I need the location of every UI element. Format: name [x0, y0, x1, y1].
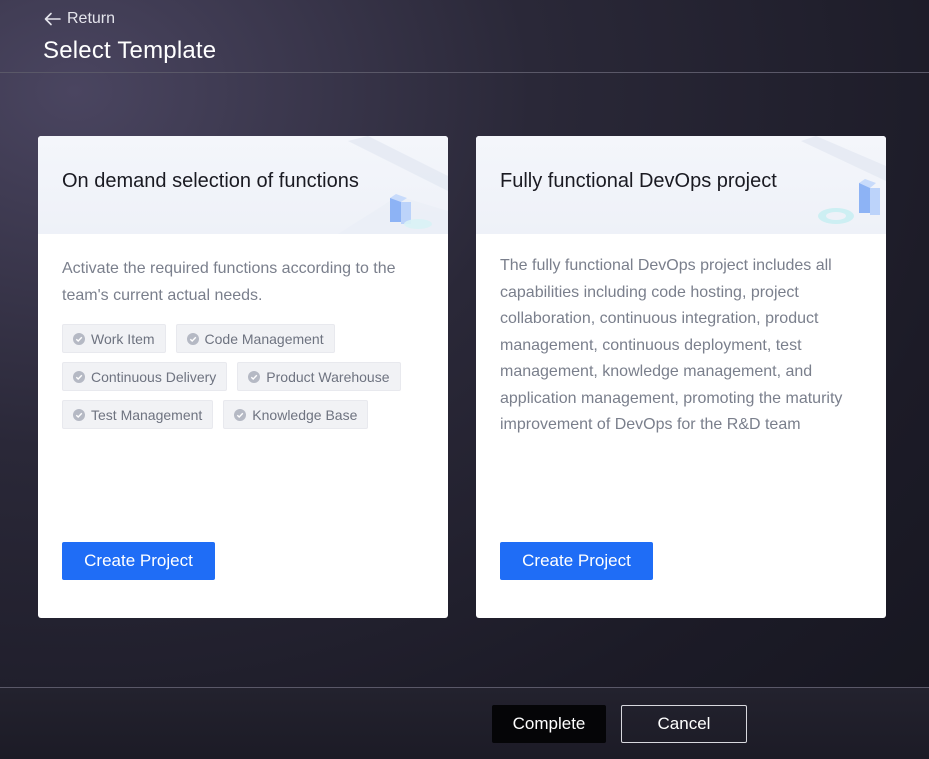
- card-body: Activate the required functions accordin…: [38, 234, 448, 429]
- top-bar: Return Select Template: [0, 0, 929, 73]
- card-header: Fully functional DevOps project: [476, 136, 886, 234]
- card-header: On demand selection of functions: [38, 136, 448, 234]
- return-link[interactable]: Return: [44, 9, 115, 29]
- template-card-on-demand[interactable]: On demand selection of functions Activat…: [38, 136, 448, 618]
- cube-illustration-icon: [801, 136, 886, 224]
- tag-label: Product Warehouse: [266, 368, 390, 385]
- card-title: Fully functional DevOps project: [500, 170, 777, 192]
- return-label: Return: [67, 10, 116, 27]
- tag-label: Work Item: [91, 330, 155, 347]
- card-body: The fully functional DevOps project incl…: [476, 234, 886, 439]
- complete-button[interactable]: Complete: [492, 705, 606, 743]
- page-title: Select Template: [43, 37, 217, 64]
- check-circle-icon: [73, 408, 85, 421]
- tag-code-management: Code Management: [175, 324, 335, 353]
- template-card-devops[interactable]: Fully functional DevOps project The full…: [476, 136, 886, 618]
- create-project-button[interactable]: Create Project: [500, 542, 653, 580]
- tag-label: Code Management: [204, 330, 324, 347]
- card-description: The fully functional DevOps project incl…: [500, 257, 843, 433]
- tag-test-management: Test Management: [62, 400, 214, 429]
- check-circle-icon: [186, 332, 199, 345]
- tag-label: Continuous Delivery: [91, 368, 217, 385]
- tag-product-warehouse: Product Warehouse: [237, 362, 401, 391]
- check-circle-icon: [73, 332, 85, 345]
- card-description: Activate the required functions accordin…: [62, 260, 396, 304]
- check-circle-icon: [234, 408, 247, 421]
- tag-continuous-delivery: Continuous Delivery: [62, 362, 228, 391]
- card-title: On demand selection of functions: [62, 170, 359, 192]
- tag-work-item: Work Item: [62, 324, 166, 353]
- tag-knowledge-base: Knowledge Base: [223, 400, 369, 429]
- cube-illustration-icon: [338, 136, 448, 234]
- check-circle-icon: [248, 370, 261, 383]
- function-tags: Work Item Code Management Continuous Del…: [62, 324, 432, 429]
- tag-label: Test Management: [91, 406, 203, 423]
- arrow-left-icon: [44, 12, 61, 26]
- check-circle-icon: [73, 370, 85, 383]
- create-project-button[interactable]: Create Project: [62, 542, 215, 580]
- footer-bar: Complete Cancel: [0, 687, 929, 759]
- cancel-button[interactable]: Cancel: [621, 705, 747, 743]
- tag-label: Knowledge Base: [252, 406, 358, 423]
